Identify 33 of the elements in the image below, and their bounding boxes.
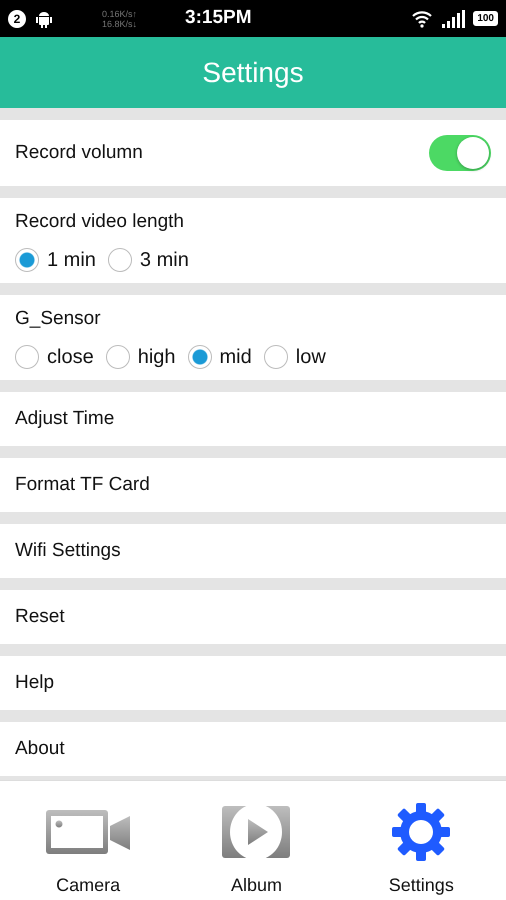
wifi-icon (411, 10, 434, 28)
menu-item[interactable]: About (15, 734, 65, 764)
menu-item[interactable]: Adjust Time (15, 404, 114, 434)
radio-button[interactable] (106, 344, 130, 368)
tab-label[interactable]: Camera (50, 871, 126, 900)
setting-label: Record video length (15, 210, 185, 234)
menu-item[interactable]: Wifi Settings (15, 536, 121, 566)
notification-count: 2 (8, 10, 26, 28)
download-speed: 16.8K/s↓ (102, 18, 138, 28)
radio-button[interactable] (108, 248, 132, 272)
signal-icon (441, 10, 466, 28)
menu-item[interactable]: Reset (15, 602, 65, 632)
menu-item[interactable]: Format TF Card (15, 470, 150, 500)
radio-button[interactable] (15, 248, 39, 272)
tab-label[interactable]: Settings (382, 871, 460, 900)
upload-speed: 0.16K/s↑ (102, 8, 138, 18)
option-label: 1 min (47, 248, 96, 272)
toggle-switch[interactable] (429, 135, 491, 171)
option-label: low (296, 344, 326, 370)
option-label: close (47, 344, 94, 370)
option-label: mid (220, 344, 252, 370)
radio-button[interactable] (264, 344, 288, 368)
radio-button[interactable] (188, 344, 212, 368)
tab-label[interactable]: Album (224, 871, 288, 900)
radio-button[interactable] (15, 344, 39, 368)
battery-indicator: 100 (473, 11, 498, 26)
menu-item[interactable]: Help (15, 668, 54, 698)
page-title: Settings (202, 56, 304, 90)
clock-time: 3:15PM (185, 6, 252, 30)
setting-label: Record volumn (15, 140, 143, 165)
option-label: high (138, 344, 176, 370)
setting-label: G_Sensor (15, 307, 102, 331)
option-label: 3 min (140, 248, 189, 272)
